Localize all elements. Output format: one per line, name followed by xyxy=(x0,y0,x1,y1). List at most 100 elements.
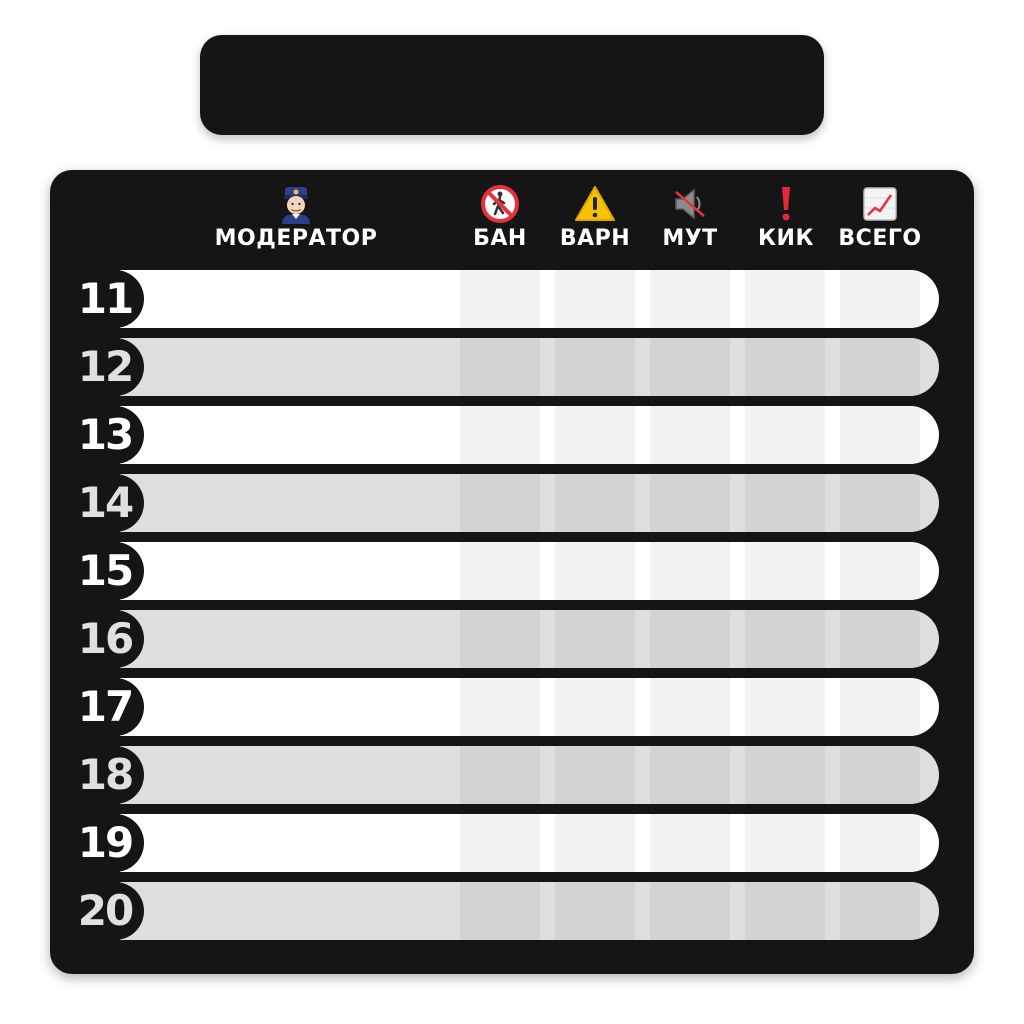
row-number: 13 xyxy=(72,406,144,464)
moderator-name-cell[interactable] xyxy=(144,270,444,328)
total-cell[interactable] xyxy=(840,746,920,804)
table-row xyxy=(120,542,939,600)
total-cell[interactable] xyxy=(840,814,920,872)
warn-cell[interactable] xyxy=(555,474,635,532)
police-officer-icon xyxy=(196,184,396,224)
row-number: 11 xyxy=(72,270,144,328)
warn-cell[interactable] xyxy=(555,678,635,736)
total-cell[interactable] xyxy=(840,406,920,464)
row-number: 18 xyxy=(72,746,144,804)
total-cell[interactable] xyxy=(840,338,920,396)
total-cell[interactable] xyxy=(840,270,920,328)
row-number: 15 xyxy=(72,542,144,600)
mute-cell[interactable] xyxy=(650,814,730,872)
row-number-label: 18 xyxy=(77,750,134,799)
warn-cell[interactable] xyxy=(555,338,635,396)
table-row xyxy=(120,270,939,328)
table-row xyxy=(120,406,939,464)
mute-cell[interactable] xyxy=(650,474,730,532)
total-cell[interactable] xyxy=(840,542,920,600)
kick-cell[interactable] xyxy=(745,746,825,804)
row-number: 17 xyxy=(72,678,144,736)
moderator-name-cell[interactable] xyxy=(144,814,444,872)
column-label-mute: МУТ xyxy=(662,226,718,251)
chart-increasing-icon xyxy=(830,184,930,224)
kick-cell[interactable] xyxy=(745,882,825,940)
moderator-name-cell[interactable] xyxy=(144,678,444,736)
row-number-label: 20 xyxy=(77,886,134,935)
column-label-kick: КИК xyxy=(758,226,814,251)
warn-cell[interactable] xyxy=(555,882,635,940)
ban-cell[interactable] xyxy=(460,814,540,872)
warn-cell[interactable] xyxy=(555,746,635,804)
column-header-mute: МУТ xyxy=(650,184,730,251)
row-number: 16 xyxy=(72,610,144,668)
table-row xyxy=(120,814,939,872)
muted-speaker-icon xyxy=(650,184,730,224)
row-number-label: 12 xyxy=(77,342,134,391)
moderator-name-cell[interactable] xyxy=(144,338,444,396)
moderator-name-cell[interactable] xyxy=(144,542,444,600)
moderator-name-cell[interactable] xyxy=(144,474,444,532)
kick-cell[interactable] xyxy=(745,814,825,872)
kick-cell[interactable] xyxy=(745,474,825,532)
warn-cell[interactable] xyxy=(555,814,635,872)
row-number-label: 17 xyxy=(77,682,134,731)
ban-cell[interactable] xyxy=(460,474,540,532)
column-header-kick: КИК xyxy=(746,184,826,251)
total-cell[interactable] xyxy=(840,678,920,736)
row-number-label: 16 xyxy=(77,614,134,663)
column-header-warn: ВАРН xyxy=(552,184,638,251)
ban-cell[interactable] xyxy=(460,882,540,940)
moderator-name-cell[interactable] xyxy=(144,746,444,804)
warn-cell[interactable] xyxy=(555,542,635,600)
ban-cell[interactable] xyxy=(460,610,540,668)
kick-cell[interactable] xyxy=(745,338,825,396)
ban-cell[interactable] xyxy=(460,270,540,328)
ban-cell[interactable] xyxy=(460,542,540,600)
column-label-warn: ВАРН xyxy=(559,226,631,251)
ban-cell[interactable] xyxy=(460,746,540,804)
ban-cell[interactable] xyxy=(460,338,540,396)
mute-cell[interactable] xyxy=(650,406,730,464)
mute-cell[interactable] xyxy=(650,746,730,804)
total-cell[interactable] xyxy=(840,610,920,668)
moderator-name-cell[interactable] xyxy=(144,610,444,668)
mute-cell[interactable] xyxy=(650,610,730,668)
title-bar xyxy=(200,35,824,135)
mute-cell[interactable] xyxy=(650,270,730,328)
kick-cell[interactable] xyxy=(745,542,825,600)
column-header-total: ВСЕГО xyxy=(830,184,930,251)
kick-cell[interactable] xyxy=(745,406,825,464)
kick-cell[interactable] xyxy=(745,678,825,736)
mute-cell[interactable] xyxy=(650,678,730,736)
kick-cell[interactable] xyxy=(745,610,825,668)
column-label-total: ВСЕГО xyxy=(838,226,922,251)
moderator-name-cell[interactable] xyxy=(144,882,444,940)
row-number-label: 13 xyxy=(77,410,134,459)
ban-cell[interactable] xyxy=(460,406,540,464)
column-label-ban: БАН xyxy=(473,226,527,251)
moderator-name-cell[interactable] xyxy=(144,406,444,464)
no-pedestrians-icon xyxy=(460,184,540,224)
table-row xyxy=(120,474,939,532)
warn-cell[interactable] xyxy=(555,270,635,328)
table-row xyxy=(120,610,939,668)
total-cell[interactable] xyxy=(840,882,920,940)
mute-cell[interactable] xyxy=(650,542,730,600)
row-number-label: 11 xyxy=(77,274,134,323)
row-number: 14 xyxy=(72,474,144,532)
row-number: 12 xyxy=(72,338,144,396)
table-row xyxy=(120,678,939,736)
total-cell[interactable] xyxy=(840,474,920,532)
table-row xyxy=(120,746,939,804)
exclamation-icon xyxy=(746,184,826,224)
mute-cell[interactable] xyxy=(650,882,730,940)
warn-cell[interactable] xyxy=(555,610,635,668)
row-number: 20 xyxy=(72,882,144,940)
ban-cell[interactable] xyxy=(460,678,540,736)
kick-cell[interactable] xyxy=(745,270,825,328)
mute-cell[interactable] xyxy=(650,338,730,396)
warn-cell[interactable] xyxy=(555,406,635,464)
row-number-label: 15 xyxy=(77,546,134,595)
